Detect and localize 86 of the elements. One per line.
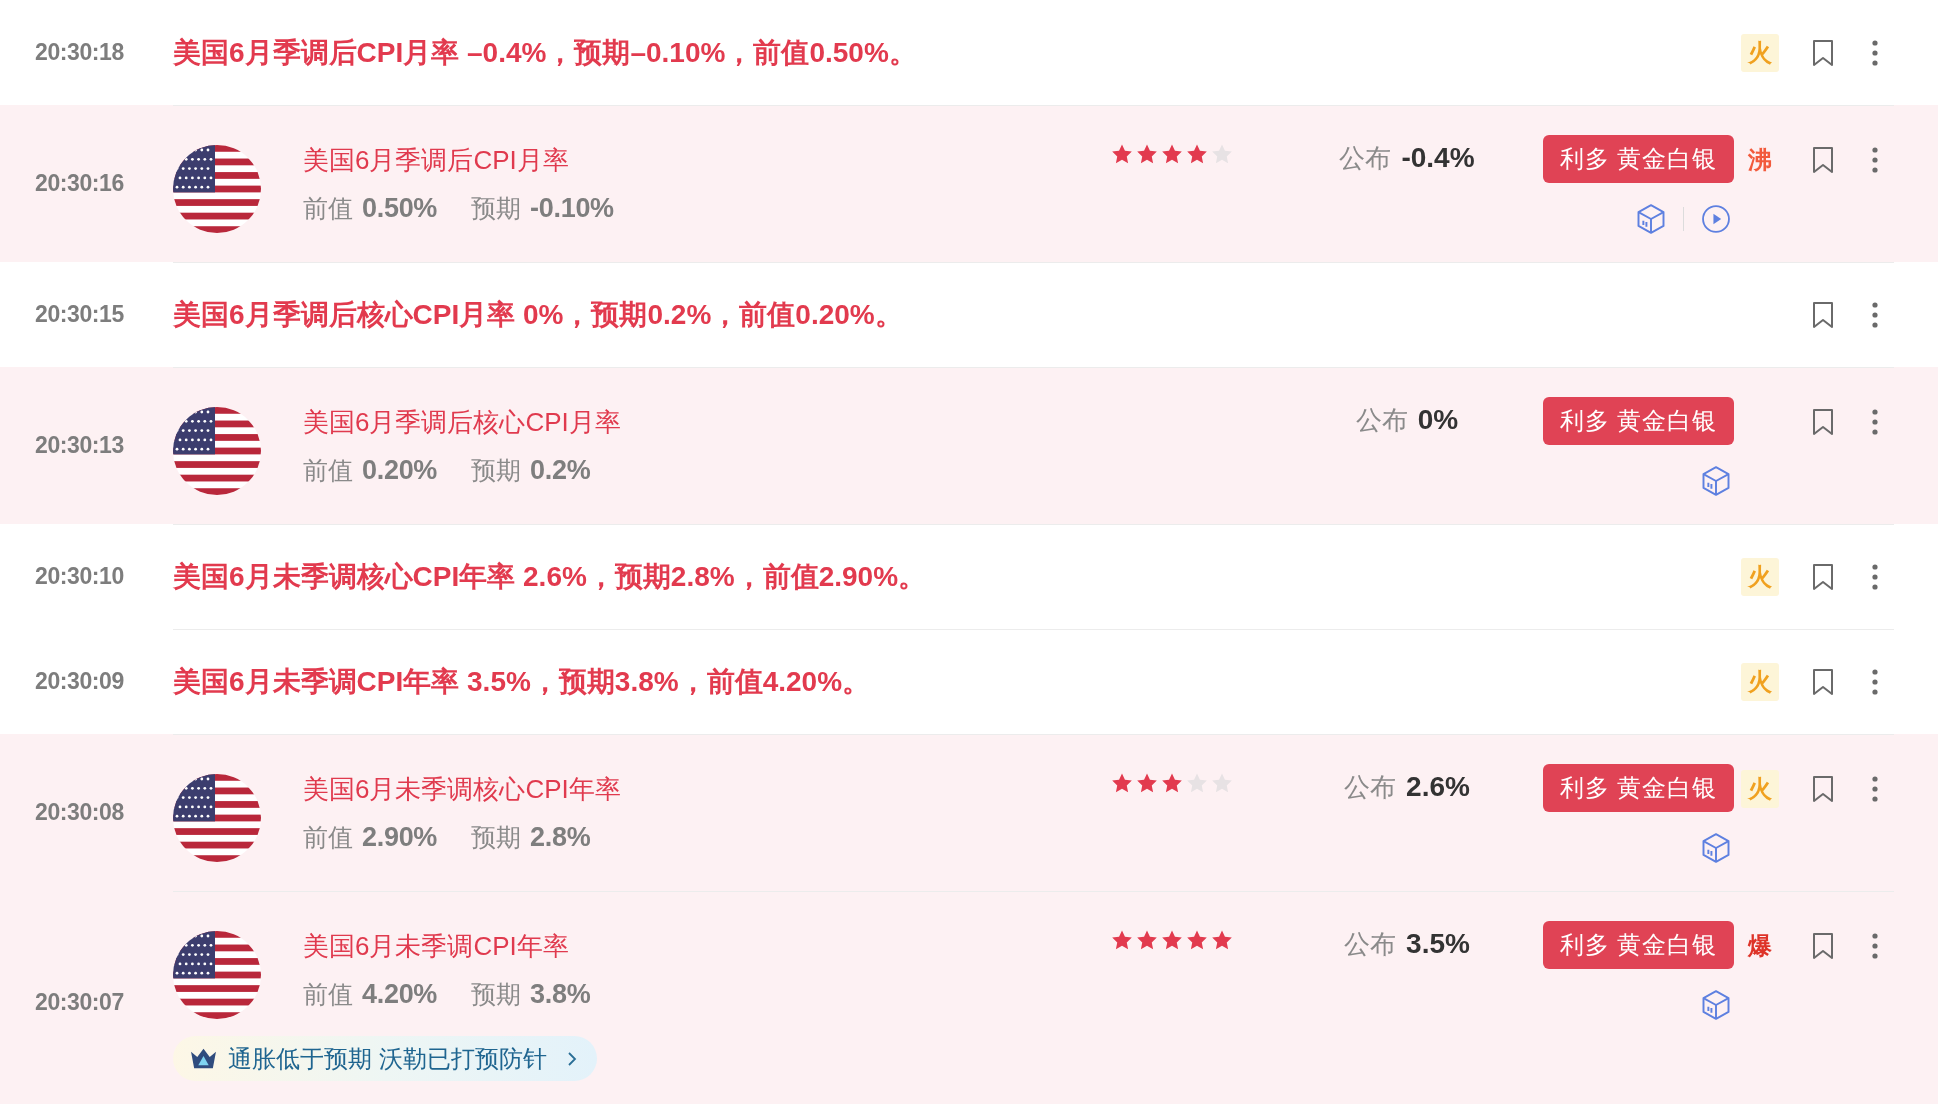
star-icon: [1137, 144, 1157, 164]
previous-value: 2.90%: [362, 821, 438, 854]
impact-button[interactable]: 利多 黄金白银: [1543, 397, 1734, 445]
star-icon: [1162, 773, 1182, 793]
more-icon[interactable]: [1872, 933, 1878, 959]
star-icon: [1187, 144, 1207, 164]
star-icon: [1187, 930, 1207, 950]
star-icon: [1137, 773, 1157, 793]
more-icon[interactable]: [1872, 147, 1878, 173]
impact-button[interactable]: 利多 黄金白银: [1543, 921, 1734, 969]
cube-icon[interactable]: [1637, 204, 1665, 234]
play-icon[interactable]: [1702, 204, 1730, 234]
cube-icon[interactable]: [1702, 990, 1730, 1020]
bookmark-icon[interactable]: [1812, 146, 1834, 174]
actual-label: 公布: [1339, 142, 1392, 175]
star-icon: [1162, 930, 1182, 950]
more-icon[interactable]: [1872, 302, 1878, 328]
forecast-label: 预期: [471, 193, 522, 224]
crown-icon: [190, 1046, 217, 1071]
more-icon[interactable]: [1872, 776, 1878, 802]
previous-label: 前值: [303, 822, 353, 853]
actual-label: 公布: [1355, 404, 1408, 437]
actual-value: 3.5%: [1406, 927, 1470, 961]
impact-button[interactable]: 利多 黄金白银: [1543, 764, 1734, 812]
chevron-right-icon: [566, 1050, 577, 1067]
indicator-title: 美国6月未季调CPI年率: [303, 930, 569, 963]
indicator-title: 美国6月未季调核心CPI年率: [303, 773, 621, 806]
more-icon[interactable]: [1872, 669, 1878, 695]
bookmark-icon[interactable]: [1812, 563, 1834, 591]
actual-value: 2.6%: [1406, 770, 1470, 804]
previous-value: 0.50%: [362, 192, 438, 225]
time-label: 20:30:16: [35, 170, 124, 197]
heat-label: 火: [1741, 558, 1779, 596]
forecast-label: 预期: [471, 979, 522, 1010]
news-headline: 美国6月未季调核心CPI年率 2.6%，预期2.8%，前值2.90%。: [173, 561, 927, 592]
bookmark-icon[interactable]: [1812, 301, 1834, 329]
time-label: 20:30:09: [35, 668, 124, 695]
actual-label: 公布: [1344, 928, 1397, 961]
impact-button[interactable]: 利多 黄金白银: [1543, 135, 1734, 183]
actual-label: 公布: [1344, 771, 1397, 804]
cube-icon[interactable]: [1702, 833, 1730, 863]
previous-label: 前值: [303, 193, 353, 224]
previous-value: 0.20%: [362, 454, 438, 487]
actual-value: -0.4%: [1401, 141, 1475, 175]
forecast-value: 3.8%: [530, 978, 591, 1011]
previous-label: 前值: [303, 979, 353, 1010]
indicator-title: 美国6月季调后核心CPI月率: [303, 406, 621, 439]
forecast-label: 预期: [471, 455, 522, 486]
cube-icon[interactable]: [1702, 466, 1730, 496]
time-label: 20:30:07: [35, 988, 124, 1016]
indicator-title: 美国6月季调后CPI月率: [303, 144, 569, 177]
star-icon: [1212, 930, 1232, 950]
bookmark-icon[interactable]: [1812, 38, 1834, 67]
news-headline: 美国6月未季调CPI年率 3.5%，预期3.8%，前值4.20%。: [173, 666, 871, 697]
forecast-value: 0.2%: [530, 454, 591, 487]
heat-label: 沸: [1748, 146, 1772, 174]
star-icon: [1112, 930, 1132, 950]
time-label: 20:30:15: [35, 301, 124, 328]
actual-value: 0%: [1417, 403, 1459, 437]
news-headline: 美国6月季调后核心CPI月率 0%，预期0.2%，前值0.20%。: [173, 299, 903, 330]
time-label: 20:30:10: [35, 563, 124, 590]
forecast-value: -0.10%: [530, 192, 614, 225]
previous-value: 4.20%: [362, 978, 438, 1011]
more-icon[interactable]: [1872, 39, 1878, 66]
forecast-label: 预期: [471, 822, 522, 853]
heat-label: 爆: [1748, 932, 1772, 960]
bookmark-icon[interactable]: [1812, 775, 1834, 803]
news-tag-link[interactable]: 通胀低于预期 沃勒已打预防针: [173, 1036, 597, 1081]
star-icon: [1112, 773, 1132, 793]
time-label: 20:30:18: [35, 39, 124, 66]
time-label: 20:30:08: [35, 799, 124, 826]
star-icon: [1162, 144, 1182, 164]
more-icon[interactable]: [1872, 564, 1878, 590]
heat-label: 火: [1741, 770, 1779, 808]
bookmark-icon[interactable]: [1812, 408, 1834, 436]
bookmark-icon[interactable]: [1812, 668, 1834, 696]
heat-label: 火: [1741, 33, 1779, 72]
more-icon[interactable]: [1872, 409, 1878, 435]
heat-label: 火: [1741, 663, 1779, 701]
previous-label: 前值: [303, 455, 353, 486]
bookmark-icon[interactable]: [1812, 932, 1834, 960]
news-headline: 美国6月季调后CPI月率 –0.4%，预期–0.10%，前值0.50%。: [173, 36, 917, 68]
star-icon: [1112, 144, 1132, 164]
star-icon: [1137, 930, 1157, 950]
forecast-value: 2.8%: [530, 821, 591, 854]
time-label: 20:30:13: [35, 432, 124, 459]
